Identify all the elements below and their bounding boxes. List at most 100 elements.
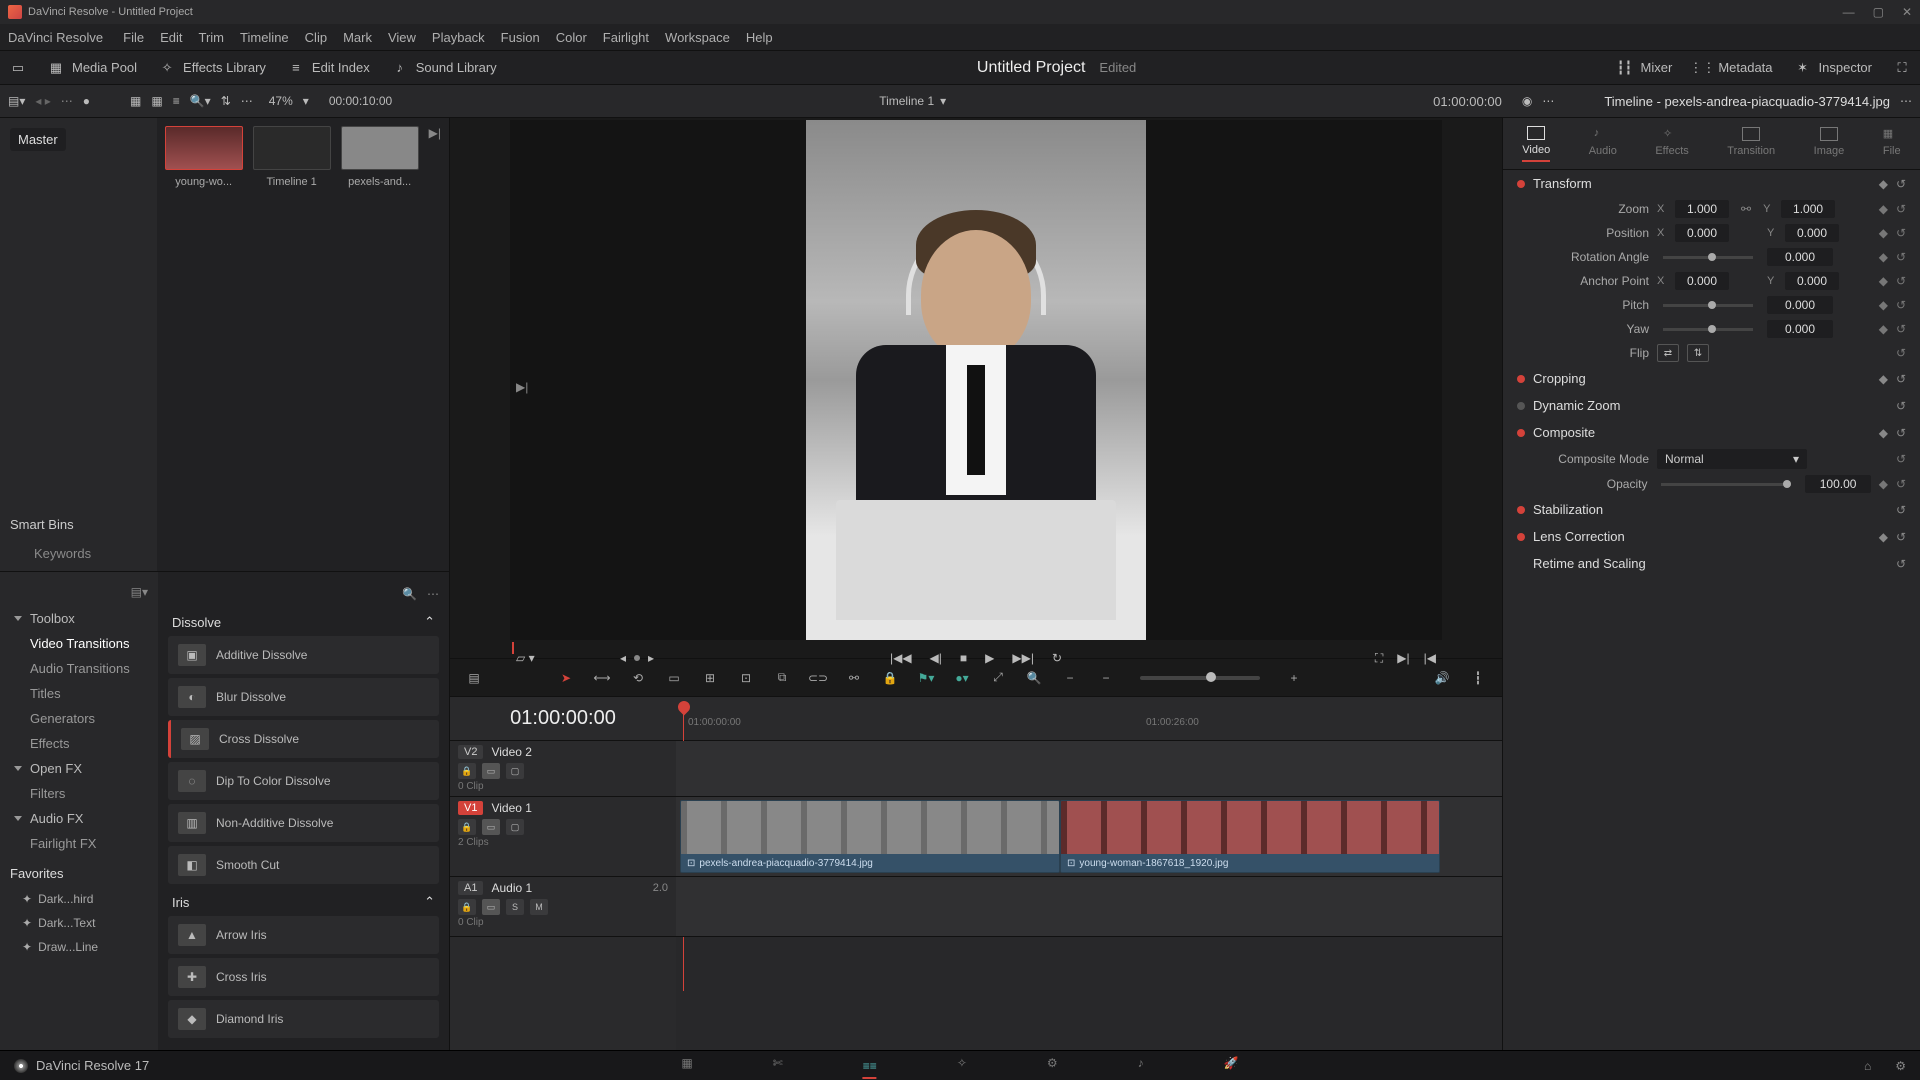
options-button[interactable]: ⋯ xyxy=(241,94,253,108)
metadata-button[interactable]: ⋮⋮Metadata xyxy=(1694,60,1772,76)
menu-brand[interactable]: DaVinci Resolve xyxy=(8,30,103,45)
track-v1-lane[interactable]: pexels-andrea-piacquadio-3779414.jpg you… xyxy=(676,797,1502,877)
section-transform[interactable]: Transform◆↺ xyxy=(1503,170,1920,197)
nav-video-transitions[interactable]: Video Transitions xyxy=(0,631,158,656)
sound-library-button[interactable]: ♪Sound Library xyxy=(392,60,497,76)
match-frame-icon[interactable]: ⛶ xyxy=(1375,651,1383,666)
track-a1-lane[interactable] xyxy=(676,877,1502,937)
crop-overlay-button[interactable]: ▱ ▾ xyxy=(516,651,535,665)
stop-button[interactable]: ■ xyxy=(960,651,967,665)
bypass-button[interactable]: ◉ xyxy=(1522,94,1532,108)
inspector-tab-image[interactable]: Image xyxy=(1814,127,1845,161)
menu-workspace[interactable]: Workspace xyxy=(665,30,730,45)
track-header-v1[interactable]: V1Video 1 🔒▭▢ 2 Clips xyxy=(450,797,676,877)
mixer-button[interactable]: ┇┇Mixer xyxy=(1617,60,1673,76)
prop-anchor[interactable]: Anchor Point X0.000 Y0.000 ◆↺ xyxy=(1503,269,1920,293)
auto-select-icon[interactable]: ▭ xyxy=(482,899,500,915)
menu-fusion[interactable]: Fusion xyxy=(501,30,540,45)
maximize-button[interactable]: ▢ xyxy=(1873,5,1884,19)
nav-generators[interactable]: Generators xyxy=(0,706,158,731)
timeline-timecode[interactable]: 01:00:00:00 xyxy=(450,697,676,741)
section-dynamic-zoom[interactable]: Dynamic Zoom↺ xyxy=(1503,392,1920,419)
page-deliver[interactable]: 🚀 xyxy=(1224,1056,1239,1076)
menu-view[interactable]: View xyxy=(388,30,416,45)
expand-viewer-icon[interactable]: ▶| xyxy=(516,380,528,394)
track-header-a1[interactable]: A1Audio 12.0 🔒▭SM 0 Clip xyxy=(450,877,676,937)
section-composite[interactable]: Composite◆↺ xyxy=(1503,419,1920,446)
page-edit[interactable]: ≡≡ xyxy=(863,1059,877,1079)
page-fairlight[interactable]: ♪ xyxy=(1138,1056,1144,1076)
viewer-zoom[interactable]: 47% xyxy=(269,94,293,108)
bin-list-button[interactable]: ▤▾ xyxy=(8,94,25,108)
fx-cross-iris[interactable]: ✚Cross Iris xyxy=(168,958,439,996)
edit-index-button[interactable]: ≡Edit Index xyxy=(288,60,370,76)
prop-composite-mode[interactable]: Composite Mode Normal▾ ↺ xyxy=(1503,446,1920,472)
nav-audio-transitions[interactable]: Audio Transitions xyxy=(0,656,158,681)
clip-pexels[interactable]: pexels-andrea-piacquadio-3779414.jpg xyxy=(680,800,1060,873)
first-frame-button[interactable]: |◀◀ xyxy=(890,651,912,665)
composite-mode-select[interactable]: Normal▾ xyxy=(1657,449,1807,469)
nav-toolbox[interactable]: Toolbox xyxy=(0,606,158,631)
menu-timeline[interactable]: Timeline xyxy=(240,30,289,45)
nav-audio-fx[interactable]: Audio FX xyxy=(0,806,158,831)
menu-trim[interactable]: Trim xyxy=(199,30,225,45)
media-clip-timeline1[interactable]: Timeline 1 xyxy=(253,126,331,188)
inspector-button[interactable]: ✶Inspector xyxy=(1795,60,1872,76)
view-list-button[interactable]: ≡ xyxy=(173,94,180,108)
fx-non-additive[interactable]: ▥Non-Additive Dissolve xyxy=(168,804,439,842)
bin-master[interactable]: Master xyxy=(10,128,66,151)
link-icon[interactable]: ⚯ xyxy=(1741,202,1751,216)
page-media[interactable]: ▦ xyxy=(681,1056,692,1076)
mute-button[interactable]: M xyxy=(530,899,548,915)
prop-position[interactable]: Position X0.000 Y0.000 ◆↺ xyxy=(1503,221,1920,245)
next-edit-button[interactable]: ▸ xyxy=(648,651,654,665)
inspector-tab-transition[interactable]: Transition xyxy=(1727,127,1775,161)
smart-bin-keywords[interactable]: Keywords xyxy=(34,546,147,561)
clip-young-woman[interactable]: young-woman-1867618_1920.jpg xyxy=(1060,800,1440,873)
zoom-slider[interactable] xyxy=(1140,676,1260,680)
auto-select-icon[interactable]: ▭ xyxy=(482,819,500,835)
next-clip-button[interactable]: ▶| xyxy=(1397,651,1409,666)
inspector-tab-file[interactable]: ▦File xyxy=(1883,127,1901,161)
media-clip-pexels[interactable]: pexels-and... xyxy=(341,126,419,188)
track-v2-lane[interactable] xyxy=(676,741,1502,797)
page-cut[interactable]: ✄ xyxy=(773,1056,783,1076)
menu-help[interactable]: Help xyxy=(746,30,773,45)
lock-icon[interactable]: 🔒 xyxy=(458,819,476,835)
fx-diamond-iris[interactable]: ◆Diamond Iris xyxy=(168,1000,439,1038)
nav-effects[interactable]: Effects xyxy=(0,731,158,756)
fx-options-button[interactable]: ⋯ xyxy=(427,587,439,601)
fx-panel-mode-button[interactable]: ▤▾ xyxy=(131,585,148,599)
menu-fairlight[interactable]: Fairlight xyxy=(603,30,649,45)
viewer-canvas[interactable]: ▶| xyxy=(510,120,1442,640)
menu-mark[interactable]: Mark xyxy=(343,30,372,45)
viewer-mode-button[interactable]: ▭ xyxy=(10,60,26,76)
view-thumb-button[interactable]: ▦ xyxy=(151,94,162,108)
media-pool-button[interactable]: ▦Media Pool xyxy=(48,60,137,76)
inspector-tab-audio[interactable]: ♪Audio xyxy=(1589,127,1617,161)
prev-clip-button[interactable]: |◀ xyxy=(1424,651,1436,666)
section-stabilization[interactable]: Stabilization↺ xyxy=(1503,496,1920,523)
prop-zoom[interactable]: Zoom X1.000 ⚯ Y1.000 ◆↺ xyxy=(1503,197,1920,221)
fx-category-iris[interactable]: Iris⌃ xyxy=(168,888,439,916)
auto-select-icon[interactable]: ▭ xyxy=(482,763,500,779)
fx-additive-dissolve[interactable]: ▣Additive Dissolve xyxy=(168,636,439,674)
prev-frame-button[interactable]: ◀| xyxy=(930,651,942,665)
menu-edit[interactable]: Edit xyxy=(160,30,182,45)
timeline-ruler[interactable]: 01:00:00:00 01:00:26:00 xyxy=(676,697,1502,741)
disable-video-icon[interactable]: ▢ xyxy=(506,763,524,779)
menu-file[interactable]: File xyxy=(123,30,144,45)
solo-button[interactable]: S xyxy=(506,899,524,915)
prev-edit-button[interactable]: ◂ xyxy=(620,651,626,665)
menu-clip[interactable]: Clip xyxy=(305,30,327,45)
disable-video-icon[interactable]: ▢ xyxy=(506,819,524,835)
fav-item-2[interactable]: ✦Draw...Line xyxy=(0,935,158,959)
project-settings-button[interactable]: ⚙ xyxy=(1895,1059,1906,1073)
lock-icon[interactable]: 🔒 xyxy=(458,899,476,915)
full-screen-button[interactable]: ⛶ xyxy=(1894,60,1910,76)
menu-playback[interactable]: Playback xyxy=(432,30,485,45)
page-fusion[interactable]: ✧ xyxy=(957,1056,967,1076)
nav-titles[interactable]: Titles xyxy=(0,681,158,706)
playhead-icon[interactable] xyxy=(676,699,693,716)
menu-color[interactable]: Color xyxy=(556,30,587,45)
